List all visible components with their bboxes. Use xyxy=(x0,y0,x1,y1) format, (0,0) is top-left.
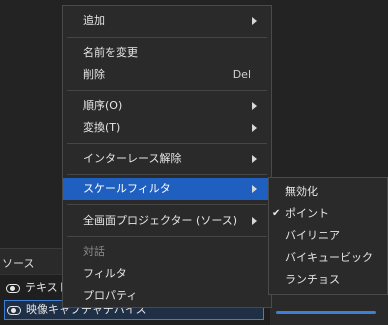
menu-item-label: 変換(T) xyxy=(83,121,121,134)
menu-item-interact: 対話 xyxy=(63,241,271,263)
menu-item-fullscreen-projector[interactable]: 全画面プロジェクター (ソース) xyxy=(63,210,271,232)
shortcut-label: Del xyxy=(232,68,251,81)
submenu-item-label: ランチョス xyxy=(285,273,340,286)
horizontal-scrollbar[interactable] xyxy=(276,311,376,314)
submenu-item-point[interactable]: ✔ ポイント xyxy=(269,203,387,225)
menu-item-deinterlace[interactable]: インターレース解除 xyxy=(63,148,271,170)
eye-icon[interactable] xyxy=(6,283,20,293)
eye-icon[interactable] xyxy=(7,305,21,315)
menu-item-label: 全画面プロジェクター (ソース) xyxy=(83,214,238,227)
menu-item-label: 対話 xyxy=(83,245,105,258)
chevron-right-icon xyxy=(252,17,257,25)
sources-panel-title: ソース xyxy=(2,257,35,270)
menu-item-transform[interactable]: 変換(T) xyxy=(63,117,271,139)
submenu-item-label: バイキュービック xyxy=(285,251,373,264)
menu-item-label: 削除 xyxy=(83,68,105,81)
menu-separator xyxy=(67,204,267,205)
chevron-right-icon xyxy=(252,217,257,225)
menu-item-delete[interactable]: 削除 Del xyxy=(63,64,271,86)
menu-item-scale-filter[interactable]: スケールフィルタ xyxy=(63,178,271,200)
scale-filter-submenu: 無効化 ✔ ポイント バイリニア バイキュービック ランチョス xyxy=(268,177,388,295)
menu-item-label: プロパティ xyxy=(83,289,138,302)
submenu-item-lanczos[interactable]: ランチョス xyxy=(269,269,387,291)
menu-separator xyxy=(67,174,267,175)
chevron-right-icon xyxy=(252,102,257,110)
menu-item-label: 順序(O) xyxy=(83,99,123,112)
source-item-text[interactable]: テキスト xyxy=(6,279,69,297)
check-icon: ✔ xyxy=(272,208,281,219)
submenu-item-label: バイリニア xyxy=(285,229,340,242)
submenu-item-bilinear[interactable]: バイリニア xyxy=(269,225,387,247)
menu-item-rename[interactable]: 名前を変更 xyxy=(63,42,271,64)
menu-item-add[interactable]: 追加 xyxy=(63,10,271,32)
menu-separator xyxy=(67,90,267,91)
chevron-right-icon xyxy=(252,155,257,163)
menu-item-properties[interactable]: プロパティ xyxy=(63,285,271,307)
submenu-item-label: ポイント xyxy=(285,207,329,220)
menu-item-label: スケールフィルタ xyxy=(83,182,171,195)
context-menu: 追加 名前を変更 削除 Del 順序(O) 変換(T) インターレース解除 スケ… xyxy=(62,5,272,308)
menu-separator xyxy=(67,143,267,144)
chevron-right-icon xyxy=(252,185,257,193)
menu-item-label: 名前を変更 xyxy=(83,46,138,59)
menu-item-label: インターレース解除 xyxy=(83,152,182,165)
menu-item-label: 追加 xyxy=(83,14,105,27)
menu-separator xyxy=(67,236,267,237)
submenu-item-label: 無効化 xyxy=(285,185,318,198)
menu-item-order[interactable]: 順序(O) xyxy=(63,95,271,117)
chevron-right-icon xyxy=(252,124,257,132)
menu-item-label: フィルタ xyxy=(83,267,127,280)
submenu-item-bicubic[interactable]: バイキュービック xyxy=(269,247,387,269)
menu-separator xyxy=(67,37,267,38)
menu-item-filters[interactable]: フィルタ xyxy=(63,263,271,285)
submenu-item-disable[interactable]: 無効化 xyxy=(269,181,387,203)
